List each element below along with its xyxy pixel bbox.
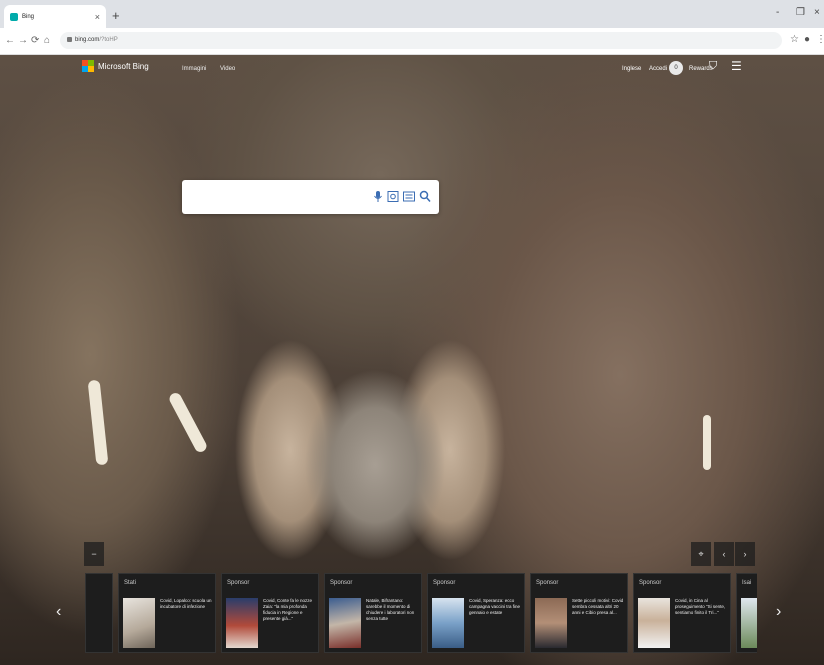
home-button[interactable]: ⌂: [44, 35, 50, 47]
hamburger-menu-icon[interactable]: ☰: [731, 59, 742, 73]
collapse-feed-button[interactable]: −: [84, 542, 104, 566]
sign-in-link[interactable]: Accedi: [649, 66, 667, 72]
tusk-left: [87, 379, 109, 466]
close-window-button[interactable]: ×: [814, 7, 820, 18]
nav-video[interactable]: Video: [220, 66, 235, 72]
news-card[interactable]: Stati Covid, Lopalco: scuola un incubato…: [118, 573, 216, 653]
card-headline: Covid, Lopalco: scuola un incubatore di …: [160, 598, 212, 609]
keyboard-icon[interactable]: [403, 190, 415, 203]
tusk-right: [703, 415, 711, 470]
rewards-points-badge[interactable]: 0: [669, 61, 683, 75]
image-prev-button[interactable]: ‹: [714, 542, 734, 566]
tab-title: Bing: [22, 13, 35, 20]
news-card[interactable]: Sponsor Sette piccoli motivi: Covid semb…: [530, 573, 628, 653]
reload-button[interactable]: ⟳: [31, 35, 39, 47]
back-button[interactable]: ←: [5, 35, 15, 47]
card-label: Sponsor: [330, 580, 353, 586]
card-thumbnail: [638, 598, 670, 648]
news-card[interactable]: [85, 573, 113, 653]
tab-bing[interactable]: Bing ×: [4, 5, 106, 28]
feed-next-arrow[interactable]: ›: [776, 603, 781, 621]
search-input[interactable]: [190, 188, 364, 208]
tusk-left-2: [167, 390, 209, 455]
feed-prev-arrow[interactable]: ‹: [56, 603, 61, 621]
news-card[interactable]: Sponsor Covid, in Cina al proseguimento …: [633, 573, 731, 653]
bing-logo[interactable]: Microsoft Bing: [82, 60, 149, 72]
news-card[interactable]: Sponsor Covid, Conte fa le nozze Zaia: "…: [221, 573, 319, 653]
lock-icon: [67, 36, 72, 42]
card-thumbnail: [741, 598, 757, 648]
language-link[interactable]: Inglese: [622, 66, 641, 72]
card-thumbnail: [226, 598, 258, 648]
image-next-button[interactable]: ›: [735, 542, 755, 566]
tab-bar: Bing × + - ❐ ×: [0, 0, 824, 28]
card-label: Sponsor: [536, 580, 559, 586]
card-headline: Covid, Speranza: ecco campagna vaccini t…: [469, 598, 521, 615]
news-carousel: Stati Covid, Lopalco: scuola un incubato…: [85, 573, 757, 653]
tab-close-icon[interactable]: ×: [95, 12, 100, 22]
card-headline: Sette piccoli motivi: Covid sembra cessa…: [572, 598, 624, 615]
url-field[interactable]: bing.com/?toHP: [60, 32, 782, 49]
card-headline: Covid, in Cina al proseguimento "Si sent…: [675, 598, 726, 615]
star-icon[interactable]: ☆: [790, 34, 799, 45]
location-icon[interactable]: ⌖: [691, 542, 711, 566]
card-thumbnail: [432, 598, 464, 648]
bing-favicon-icon: [10, 12, 18, 21]
nav-images[interactable]: Immagini: [182, 66, 206, 72]
search-box: [182, 180, 439, 214]
filter-icon[interactable]: ⛉: [709, 60, 717, 73]
logo-text: Microsoft Bing: [98, 61, 149, 71]
card-thumbnail: [535, 598, 567, 648]
microsoft-logo-icon: [82, 60, 94, 72]
card-headline: Natale, Bifrantano: sarebbe il momento d…: [366, 598, 415, 621]
card-label: Sponsor: [433, 580, 456, 586]
maximize-button[interactable]: ❐: [796, 7, 805, 18]
news-card[interactable]: Sponsor Covid, Speranza: ecco campagna v…: [427, 573, 525, 653]
card-label: Sponsor: [227, 580, 250, 586]
minimize-button[interactable]: -: [776, 7, 779, 18]
new-tab-button[interactable]: +: [112, 9, 120, 22]
card-label: Sponsor: [639, 580, 662, 586]
profile-icon[interactable]: ●: [804, 34, 810, 45]
card-headline: Covid, Conte fa le nozze Zaia: "la mia p…: [263, 598, 313, 621]
mic-icon[interactable]: [372, 190, 384, 203]
card-label: Stati: [124, 580, 137, 586]
search-icon[interactable]: [419, 190, 431, 203]
address-bar-row: ← → ⟳ ⌂ bing.com/?toHP ☆ ● ⋮: [0, 28, 824, 55]
news-card[interactable]: Isai: [736, 573, 757, 653]
visual-search-icon[interactable]: [387, 190, 399, 203]
card-thumbnail: [329, 598, 361, 648]
card-label: Isai: [742, 580, 752, 586]
url-host: bing.com: [75, 37, 100, 43]
menu-icon[interactable]: ⋮: [816, 34, 824, 45]
news-card[interactable]: Sponsor Natale, Bifrantano: sarebbe il m…: [324, 573, 422, 653]
card-thumbnail: [123, 598, 155, 648]
url-path: /?toHP: [99, 37, 118, 43]
forward-button[interactable]: →: [18, 35, 28, 47]
